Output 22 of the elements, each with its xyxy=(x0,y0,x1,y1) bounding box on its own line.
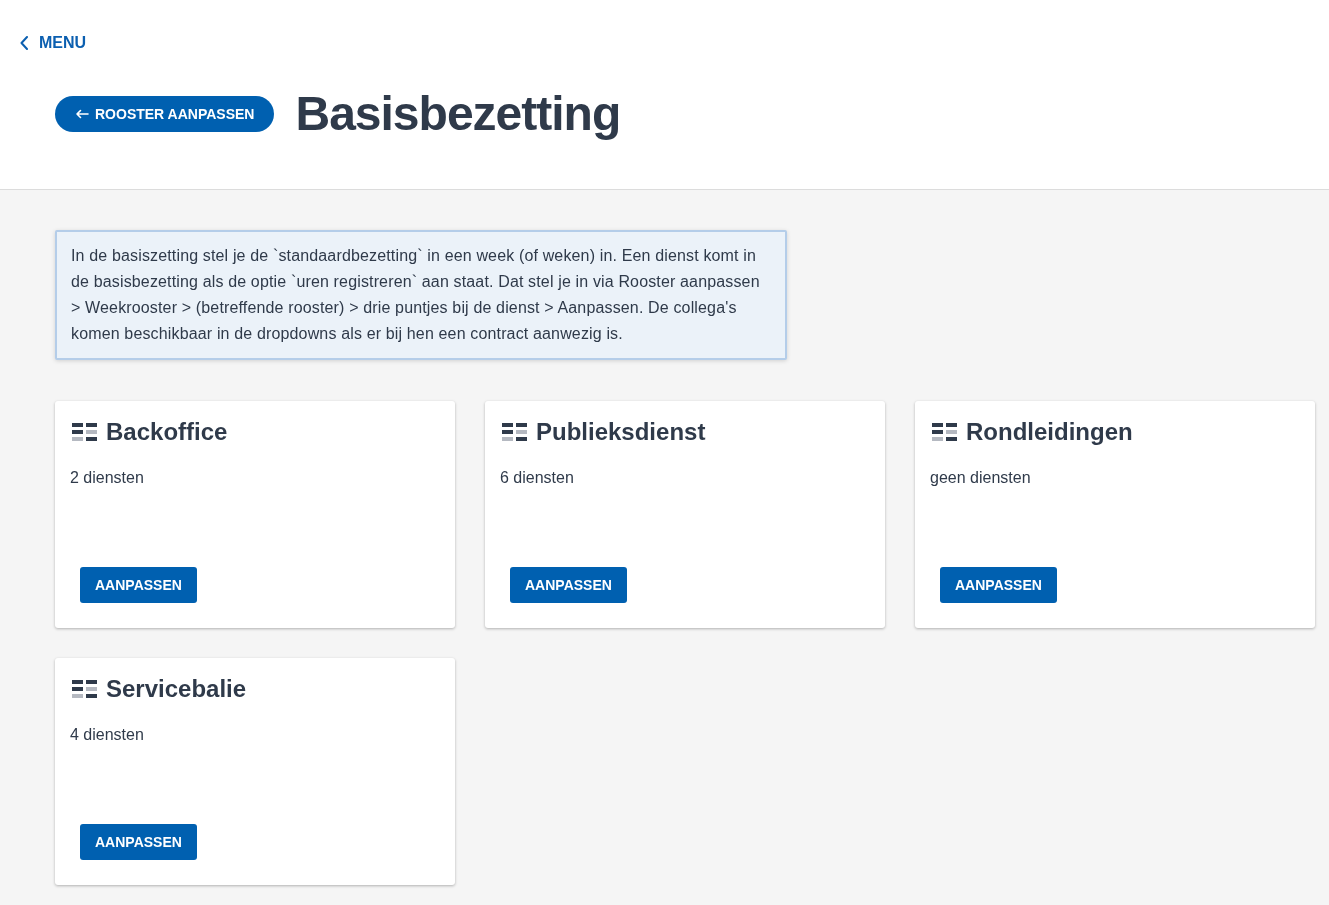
edit-button[interactable]: AANPASSEN xyxy=(80,567,197,603)
edit-button[interactable]: AANPASSEN xyxy=(80,824,197,860)
card-title: Rondleidingen xyxy=(966,417,1133,447)
edit-button[interactable]: AANPASSEN xyxy=(510,567,627,603)
info-message: In de basiszetting stel je de `standaardbezetting` in een week (of weken) in. Een dienst komt in de basisbezetting als de optie `uren registreren` aan staat. Dat stel je in via Rooster aanpassen > Weekrooster > (betreffende rooster) > drie puntjes bij de dienst > Aanpassen. De collega's komen beschikbaar in de dropdowns als er bij hen een contract aanwezig is. xyxy=(55,230,787,360)
table-rows-icon xyxy=(72,423,97,441)
table-rows-icon xyxy=(932,423,957,441)
card-subtitle: 6 diensten xyxy=(499,468,575,488)
edit-button[interactable]: AANPASSEN xyxy=(940,567,1057,603)
card-subtitle: 2 diensten xyxy=(69,468,145,488)
menu-link[interactable]: MENU xyxy=(20,33,87,53)
card-title: Publieksdienst xyxy=(536,417,706,447)
chevron-left-icon xyxy=(20,36,28,50)
back-button[interactable]: ROOSTER AANPASSEN xyxy=(55,96,275,132)
card-title: Servicebalie xyxy=(106,674,247,704)
arrow-left-icon xyxy=(75,109,89,119)
table-rows-icon xyxy=(502,423,527,441)
page-title: Basisbezetting xyxy=(295,86,621,142)
card-title: Backoffice xyxy=(106,417,228,447)
table-rows-icon xyxy=(72,680,97,698)
card-subtitle: 4 diensten xyxy=(69,725,145,745)
card-subtitle: geen diensten xyxy=(929,468,1032,488)
